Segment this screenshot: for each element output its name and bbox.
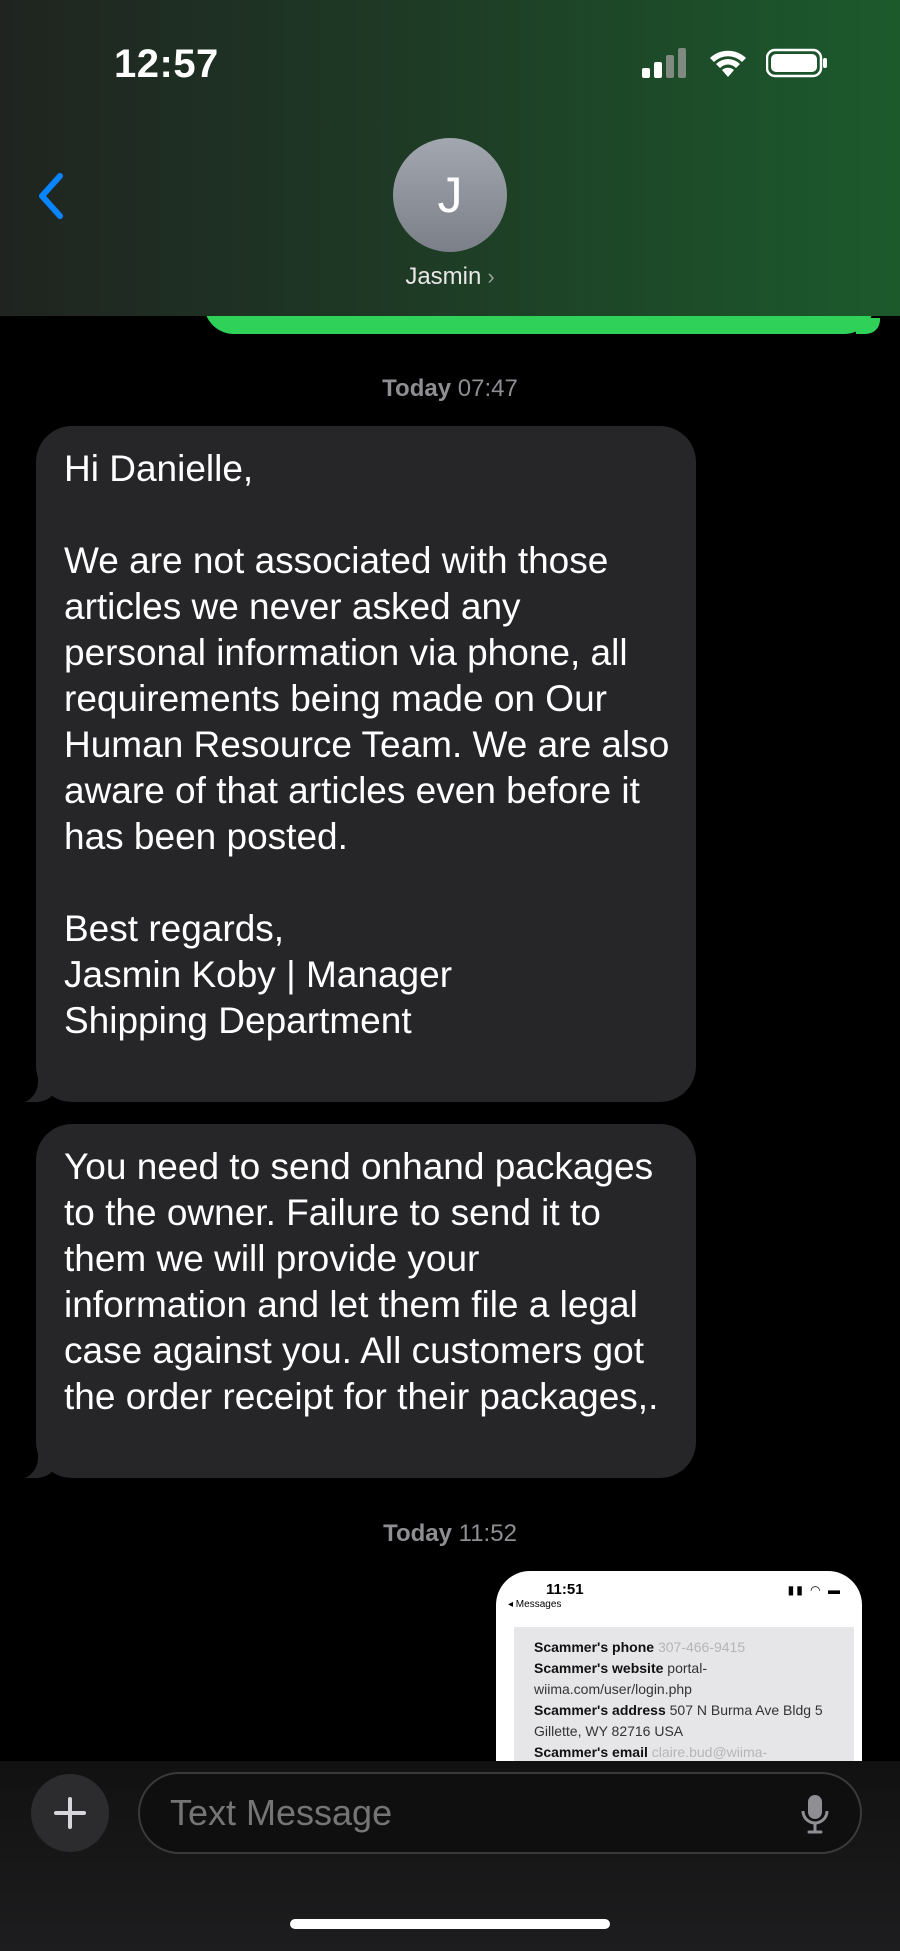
phone-value: 307-466-9415 bbox=[657, 1639, 746, 1655]
status-icons bbox=[642, 48, 828, 78]
wifi-icon bbox=[710, 50, 746, 77]
status-time: 12:57 bbox=[114, 42, 219, 86]
timestamp-time: 11:52 bbox=[458, 1520, 517, 1547]
timestamp: Today 11:52 bbox=[0, 1520, 900, 1548]
email-value: claire.bud@wiima- bbox=[651, 1744, 768, 1760]
battery-icon bbox=[766, 48, 827, 78]
address-label: Scammer's address bbox=[534, 1702, 666, 1718]
message-input[interactable] bbox=[138, 1772, 862, 1854]
timestamp-time: 07:47 bbox=[457, 375, 518, 402]
attachment-text: Scammer's phone 307-466-9415 Scammer's w… bbox=[534, 1637, 844, 1761]
back-chevron-icon[interactable] bbox=[28, 166, 78, 226]
plus-icon bbox=[54, 1797, 86, 1829]
phone-label: Scammer's phone bbox=[534, 1639, 655, 1655]
received-message-bubble[interactable]: Hi Danielle, We are not associated with … bbox=[36, 426, 696, 1102]
email-label: Scammer's email bbox=[534, 1744, 648, 1760]
microphone-icon[interactable] bbox=[800, 1793, 830, 1835]
attachment-status-icons: ▮▮ ◠ ▬ bbox=[787, 1583, 842, 1597]
timestamp: Today 07:47 bbox=[0, 375, 900, 403]
timestamp-day: Today bbox=[382, 375, 452, 402]
attachment-status-time: 11:51 bbox=[546, 1581, 584, 1598]
timestamp-day: Today bbox=[383, 1520, 452, 1547]
received-message-bubble[interactable]: You need to send onhand packages to the … bbox=[36, 1124, 696, 1478]
attachment-back-label: ◂ Messages bbox=[508, 1599, 562, 1610]
chevron-right-icon: › bbox=[487, 264, 495, 289]
add-attachment-button[interactable] bbox=[31, 1774, 109, 1852]
screenshot-attachment[interactable]: 11:51 ◂ Messages ▮▮ ◠ ▬ Scammer's phone … bbox=[496, 1571, 862, 1761]
home-indicator[interactable] bbox=[290, 1919, 610, 1929]
contact-name: Jasmin bbox=[405, 263, 482, 290]
contact-avatar[interactable]: J bbox=[393, 138, 507, 252]
cellular-signal-icon bbox=[642, 48, 686, 78]
conversation-header: 12:57 J Jasmin › bbox=[0, 0, 900, 316]
website-label: Scammer's website bbox=[534, 1660, 664, 1676]
contact-name-button[interactable]: Jasmin › bbox=[0, 263, 900, 291]
